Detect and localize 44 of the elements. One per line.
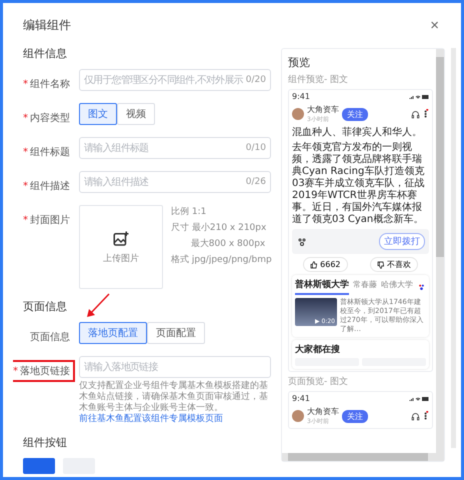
field-label: 页面信息 <box>29 330 71 345</box>
preview-title: 预览 <box>288 55 311 70</box>
search-tab[interactable]: 普林斯顿大学 <box>295 278 349 295</box>
section-heading: 组件信息 <box>23 46 67 61</box>
call-button[interactable]: 立即拨打 <box>379 233 425 250</box>
field-label: * 落地页链接 <box>13 360 75 382</box>
upload-area[interactable]: 上传图片 <box>79 205 163 289</box>
field-label: * 组件标题 <box>22 146 71 160</box>
spec-text: 比例 1:1 <box>171 206 208 218</box>
author-name: 大角资车 <box>307 104 339 115</box>
dialog-title: 编辑组件 <box>23 17 71 34</box>
search-tab[interactable]: 常春藤 <box>353 279 377 294</box>
preview-caption: 页面预览- 图文 <box>288 376 350 388</box>
segment-option[interactable]: 视频 <box>117 103 155 125</box>
like-button[interactable]: 6662 <box>303 257 348 272</box>
article-text: 混血种人、菲律宾人和华人。 <box>292 127 423 139</box>
section-heading: 页面信息 <box>23 299 67 314</box>
field-label: * 封面图片 <box>22 214 71 228</box>
spec-text: 格式 jpg/jpeg/png/bmp <box>171 254 272 266</box>
spec-text: 最大800 x 800px <box>190 238 266 250</box>
section-heading: 组件按钮 <box>23 435 67 450</box>
text-input[interactable]: 仅用于您管理区分不同组件,不对外展示 0/20 <box>79 69 271 91</box>
author-name: 大角资车 <box>307 406 339 417</box>
close-button[interactable]: × <box>430 18 439 33</box>
search-tab[interactable]: 哈佛大学 <box>381 279 413 294</box>
text-input[interactable]: 请输入组件描述 0/26 <box>79 171 271 193</box>
text-input[interactable]: 请输入组件标题 0/10 <box>79 137 271 159</box>
segment-option[interactable]: 图文 <box>79 103 117 125</box>
template-link[interactable]: 前往基木鱼配置该组件专属模板页面 <box>79 414 223 424</box>
hint-text: 仅支持配置企业号组件专属基木鱼模板搭建的基木鱼站点链接，请确保基木鱼页面审核通过，基木鱼账号主体与企业账号主体一致。 前往基木鱼配置该组件专属模板页面 <box>79 381 269 425</box>
spec-text: 尺寸 最小210 x 210px <box>171 222 268 234</box>
status-time: 9:41 <box>292 92 310 101</box>
field-label: * 组件描述 <box>22 180 71 194</box>
segment-option[interactable]: 页面配置 <box>147 322 205 344</box>
field-label: * 内容类型 <box>22 112 71 126</box>
follow-button[interactable]: 关注 <box>342 108 368 120</box>
status-time: 9:41 <box>292 394 310 403</box>
dislike-button[interactable]: 不喜欢 <box>370 257 418 272</box>
preview-caption: 组件预览- 图文 <box>288 74 350 86</box>
field-label: * 组件名称 <box>22 78 71 92</box>
segment-option[interactable]: 落地页配置 <box>79 322 147 344</box>
follow-button[interactable]: 关注 <box>342 410 368 422</box>
article-text: 去年领克官方发布的一则视频，透露了领克品牌将联手瑞典Cyan Racing车队打造领克03赛车并成立领克车队，征战2019年WTCR世界房车杯赛事。近日，有国外汽车媒体报道了领克03 Cyan概念新车。 <box>292 142 426 226</box>
hot-search-card: 大家都在搜 <box>292 340 429 369</box>
